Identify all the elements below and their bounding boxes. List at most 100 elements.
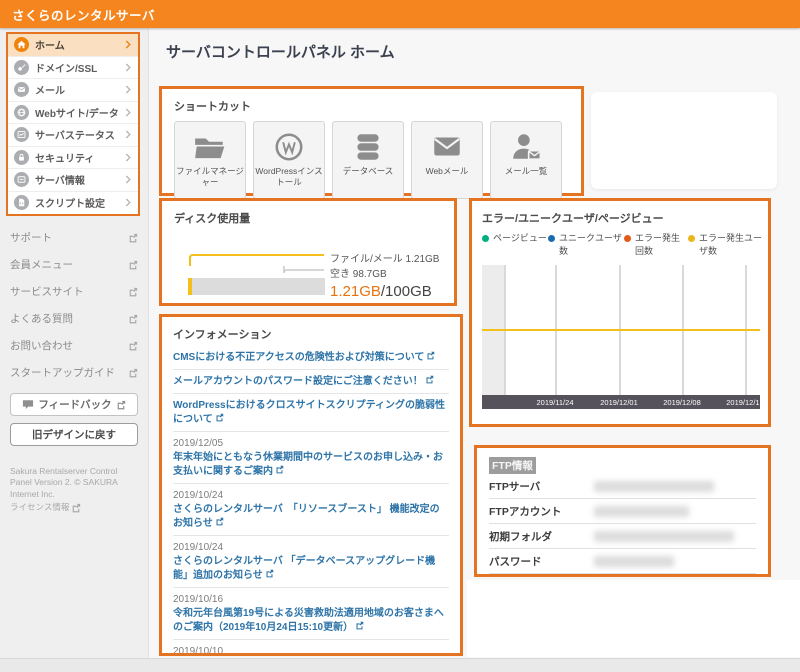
legend-dot-blue: [548, 235, 555, 242]
info-entry: 2019/10/24さくらのレンタルサーバ 「リソースブースト」 機能改定のお知…: [173, 484, 449, 536]
redacted-value: [594, 531, 734, 542]
sidebar-item-label: Webサイト/データ: [35, 105, 125, 120]
info-entry-link[interactable]: 年末年始にともなう休業期間中のサービスのお申し込み・お支払いに関するご案内: [173, 452, 443, 477]
stats-legend: ページビュー ユニークユーザ数 エラー発生回数 エラー発生ユーザ数: [482, 232, 768, 257]
error-users-series-line: [482, 329, 760, 331]
mail-icon: [14, 82, 29, 97]
chevron-right-icon: [125, 130, 132, 139]
sidebar-item-server-status[interactable]: サーバステータス: [8, 124, 138, 147]
content-background-panel: [467, 580, 800, 657]
sidebar-item-label: スクリプト設定: [35, 195, 125, 210]
legend-item-error-count: エラー発生回数: [624, 232, 688, 257]
external-link-icon: [128, 368, 138, 378]
shortcut-label: Webメール: [426, 166, 469, 177]
sidebar-link-service-site[interactable]: サービスサイト: [10, 278, 138, 305]
sidebar-link-support[interactable]: サポート: [10, 224, 138, 251]
external-link-icon: [426, 351, 435, 360]
sidebar-item-script-settings[interactable]: スクリプト設定: [8, 192, 138, 215]
server-status-icon: [14, 127, 29, 142]
ftp-row-label: FTPアカウント: [489, 504, 594, 519]
legend-label: ページビュー: [493, 232, 547, 257]
shortcut-label: データベース: [343, 166, 394, 177]
sidebar-item-label: サーバ情報: [35, 172, 125, 187]
sidebar-item-label: メール: [35, 82, 125, 97]
info-entry: 2019/10/24さくらのレンタルサーバ 「データベースアップグレード機能」追…: [173, 536, 449, 588]
x-axis-date: 2019/12/01: [600, 398, 638, 407]
info-entry-link[interactable]: メールアカウントのパスワード設定にご注意ください！: [173, 376, 423, 387]
info-entry-date: 2019/10/10: [173, 645, 449, 657]
sidebar-links: サポート 会員メニュー サービスサイト よくある質問 お問い合わせ スタートアッ…: [10, 224, 138, 386]
feedback-button[interactable]: フィードバック: [10, 393, 138, 416]
info-entry: 2019/12/05年末年始にともなう休業期間中のサービスのお申し込み・お支払い…: [173, 432, 449, 484]
external-link-icon: [116, 400, 126, 410]
ftp-row-initial-folder: 初期フォルダ: [489, 524, 756, 549]
file-manager-button[interactable]: ファイルマネージャー: [174, 121, 246, 199]
mail-list-button[interactable]: メール一覧: [490, 121, 562, 199]
link-label: サポート: [10, 230, 128, 245]
legend-dot-orange: [624, 235, 631, 242]
sidebar-item-label: ホーム: [35, 37, 125, 52]
chevron-right-icon: [125, 40, 132, 49]
shortcuts-card: ショートカット ファイルマネージャー WordPressインストール データベー…: [159, 86, 584, 196]
sidebar-link-startup-guide[interactable]: スタートアップガイド: [10, 359, 138, 386]
info-entry-date: 2019/12/05: [173, 437, 449, 451]
redacted-value: [594, 481, 714, 492]
sidebar-item-domain-ssl[interactable]: ドメイン/SSL: [8, 57, 138, 80]
x-axis-date: 2019/11/24: [537, 398, 574, 407]
stats-plot-area: [482, 265, 760, 395]
sidebar-item-label: サーバステータス: [35, 127, 125, 142]
external-link-icon: [128, 233, 138, 243]
external-link-icon: [275, 465, 284, 474]
sidebar-item-mail[interactable]: メール: [8, 79, 138, 102]
external-link-icon: [128, 287, 138, 297]
shortcut-label: WordPressインストール: [254, 166, 324, 187]
legend-dot-green: [482, 235, 489, 242]
link-label: お問い合わせ: [10, 338, 128, 353]
sidebar-item-server-info[interactable]: サーバ情報: [8, 169, 138, 192]
main-content: サーバコントロールパネル ホーム ショートカット ファイルマネージャー Word…: [148, 28, 800, 672]
sidebar-link-contact[interactable]: お問い合わせ: [10, 332, 138, 359]
wordpress-install-button[interactable]: WordPressインストール: [253, 121, 325, 199]
server-info-icon: [14, 172, 29, 187]
link-label: よくある質問: [10, 311, 128, 326]
license-link[interactable]: ライセンス情報: [10, 502, 81, 513]
sidebar-item-home[interactable]: ホーム: [8, 34, 138, 57]
database-button[interactable]: データベース: [332, 121, 404, 199]
page-title: サーバコントロールパネル ホーム: [166, 41, 395, 62]
info-entry-link[interactable]: さくらのレンタルサーバ 「データベースアップグレード機能」追加のお知らせ: [173, 556, 435, 581]
info-entry-link[interactable]: さくらのレンタルサーバ 「リソースブースト」 機能改定のお知らせ: [173, 504, 440, 529]
footer-strip: [0, 658, 800, 672]
app-header: さくらのレンタルサーバ: [0, 0, 800, 28]
app-title: さくらのレンタルサーバ: [0, 5, 155, 24]
webmail-button[interactable]: Webメール: [411, 121, 483, 199]
sidebar-link-member-menu[interactable]: 会員メニュー: [10, 251, 138, 278]
wordpress-icon: [272, 132, 306, 162]
info-entry-link[interactable]: CMSにおける不正アクセスの危険性および対策について: [173, 352, 424, 363]
sidebar-link-faq[interactable]: よくある質問: [10, 305, 138, 332]
mail-list-person-icon: [509, 132, 543, 162]
link-label: スタートアップガイド: [10, 365, 128, 380]
legend-item-unique-users: ユニークユーザ数: [548, 232, 624, 257]
disk-used-label: ファイル/メール 1.21GB: [330, 250, 439, 265]
ftp-row-account: FTPアカウント: [489, 499, 756, 524]
chevron-right-icon: [125, 108, 132, 117]
website-data-icon: [14, 105, 29, 120]
security-lock-icon: [14, 150, 29, 165]
speech-bubble-icon: [22, 399, 34, 410]
old-design-button[interactable]: 旧デザインに戻す: [10, 423, 138, 446]
license-area: Sakura Rentalserver Control Panel Versio…: [10, 466, 138, 514]
sidebar-item-security[interactable]: セキュリティ: [8, 147, 138, 170]
disk-usage-title: ディスク使用量: [174, 210, 454, 226]
chevron-right-icon: [125, 153, 132, 162]
info-entry: WordPressにおけるクロスサイトスクリプティングの脆弱性について: [173, 394, 449, 432]
ftp-info-title: FTP情報: [489, 457, 536, 474]
link-label: サービスサイト: [10, 284, 128, 299]
sidebar-item-website-data[interactable]: Webサイト/データ: [8, 102, 138, 125]
info-entry-link[interactable]: 令和元年台風第19号による災害救助法適用地域のお客さまへのご案内（2019年10…: [173, 608, 444, 633]
external-link-icon: [128, 260, 138, 270]
disk-used-value: 1.21GB: [330, 283, 381, 300]
chevron-right-icon: [125, 198, 132, 207]
shortcut-buttons: ファイルマネージャー WordPressインストール データベース Webメール…: [174, 121, 569, 199]
info-entry: メールアカウントのパスワード設定にご注意ください！: [173, 370, 449, 394]
shortcuts-title: ショートカット: [174, 98, 569, 114]
